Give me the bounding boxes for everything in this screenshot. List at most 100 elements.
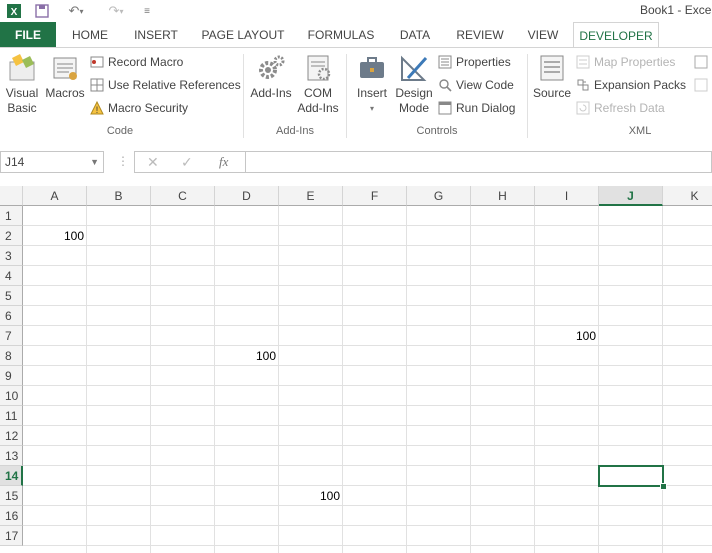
insert-control-label: Insert (356, 86, 387, 100)
row-header-4[interactable]: 4 (0, 266, 23, 286)
group-label-xml: XML (628, 125, 652, 137)
svg-text:!: ! (96, 105, 99, 115)
row-header-11[interactable]: 11 (0, 406, 23, 426)
row-header-16[interactable]: 16 (0, 506, 23, 526)
group-label-add-ins: Add-Ins (276, 125, 314, 137)
row-header-3[interactable]: 3 (0, 246, 23, 266)
map-properties-icon (576, 55, 590, 69)
insert-control-button[interactable]: Insert ▾ (352, 52, 392, 116)
tab-view[interactable]: VIEW (522, 22, 564, 48)
design-mode-icon (398, 52, 430, 84)
column-header-f[interactable]: F (343, 186, 407, 206)
row-header-5[interactable]: 5 (0, 286, 23, 306)
worksheet-grid[interactable]: A B C D E F G H I J K 1 2 3 4 5 6 7 8 9 10 11 12 13 14 15 16 17 100… (0, 186, 712, 553)
customize-toolbar-icon[interactable]: ≡ (140, 2, 154, 20)
tab-formulas[interactable]: FORMULAS (302, 22, 380, 48)
row-header-9[interactable]: 9 (0, 366, 23, 386)
com-add-ins-label: COM Add-Ins (297, 86, 339, 115)
row-header-17[interactable]: 17 (0, 526, 23, 546)
group-label-controls: Controls (416, 125, 458, 137)
cell-i7[interactable]: 100 (535, 326, 599, 346)
row-header-13[interactable]: 13 (0, 446, 23, 466)
row-header-10[interactable]: 10 (0, 386, 23, 406)
column-header-h[interactable]: H (471, 186, 535, 206)
cell-a2[interactable]: 100 (23, 226, 87, 246)
properties-icon (438, 55, 452, 69)
import-icon[interactable] (694, 52, 712, 72)
gear-icon (255, 52, 287, 84)
relative-references-icon (90, 78, 104, 92)
macro-security-button[interactable]: ! Macro Security (90, 98, 188, 118)
column-header-a[interactable]: A (23, 186, 87, 206)
tab-file[interactable]: FILE (0, 22, 56, 48)
tab-review[interactable]: REVIEW (450, 22, 510, 48)
ribbon-tabs: FILE HOME INSERT PAGE LAYOUT FORMULAS DA… (0, 22, 712, 48)
refresh-icon (576, 101, 590, 115)
ribbon: Visual Basic Macros Record Macro Use Rel… (0, 47, 712, 145)
row-header-1[interactable]: 1 (0, 206, 23, 226)
select-all-corner[interactable] (0, 186, 23, 206)
formula-input[interactable] (246, 151, 712, 173)
undo-icon[interactable]: ↶ ▾ (62, 2, 90, 20)
row-header-14[interactable]: 14 (0, 466, 23, 486)
refresh-data-button[interactable]: Refresh Data (576, 98, 665, 118)
enter-icon[interactable]: ✓ (181, 154, 193, 171)
row-header-15[interactable]: 15 (0, 486, 23, 506)
source-button[interactable]: Source (532, 52, 572, 101)
resize-handle-icon[interactable]: ⋮ (117, 154, 129, 168)
tab-developer[interactable]: DEVELOPER (573, 22, 659, 48)
com-add-ins-icon (302, 52, 334, 84)
cell-e15[interactable]: 100 (279, 486, 343, 506)
row-header-12[interactable]: 12 (0, 426, 23, 446)
row-header-8[interactable]: 8 (0, 346, 23, 366)
column-header-c[interactable]: C (151, 186, 215, 206)
export-icon[interactable] (694, 75, 712, 95)
redo-icon[interactable]: ↷ ▾ (102, 2, 130, 20)
macros-button[interactable]: Macros (44, 52, 86, 101)
tab-insert[interactable]: INSERT (128, 22, 184, 48)
expansion-packs-button[interactable]: Expansion Packs (576, 75, 686, 95)
view-code-button[interactable]: View Code (438, 75, 514, 95)
run-dialog-button[interactable]: Run Dialog (438, 98, 515, 118)
row-header-2[interactable]: 2 (0, 226, 23, 246)
com-add-ins-button[interactable]: COM Add-Ins (296, 52, 340, 116)
title-bar: X ↶ ▾ ↷ ▾ ≡ Book1 - Exce (0, 0, 712, 22)
macros-label: Macros (45, 86, 85, 100)
insert-function-icon[interactable]: fx (219, 154, 228, 170)
cell-d8[interactable]: 100 (215, 346, 279, 366)
visual-basic-label: Visual Basic (5, 86, 39, 115)
column-header-g[interactable]: G (407, 186, 471, 206)
column-header-e[interactable]: E (279, 186, 343, 206)
use-relative-references-button[interactable]: Use Relative References (90, 75, 241, 95)
map-properties-button[interactable]: Map Properties (576, 52, 675, 72)
chevron-down-icon: ▾ (369, 104, 374, 113)
row-header-7[interactable]: 7 (0, 326, 23, 346)
properties-button[interactable]: Properties (438, 52, 511, 72)
column-header-i[interactable]: I (535, 186, 599, 206)
column-header-j[interactable]: J (599, 186, 663, 206)
record-macro-button[interactable]: Record Macro (90, 52, 183, 72)
column-header-k[interactable]: K (663, 186, 712, 206)
tab-page-layout[interactable]: PAGE LAYOUT (196, 22, 290, 48)
name-box[interactable]: J14 ▼ (0, 151, 104, 173)
view-code-icon (438, 78, 452, 92)
xml-source-icon (536, 52, 568, 84)
svg-text:X: X (11, 7, 18, 18)
cancel-icon[interactable]: ✕ (147, 154, 159, 171)
column-header-b[interactable]: B (87, 186, 151, 206)
visual-basic-button[interactable]: Visual Basic (2, 52, 42, 116)
column-header-d[interactable]: D (215, 186, 279, 206)
selected-cell[interactable] (598, 465, 664, 487)
window-title: Book1 - Exce (640, 3, 712, 17)
tab-data[interactable]: DATA (392, 22, 438, 48)
row-header-6[interactable]: 6 (0, 306, 23, 326)
add-ins-button[interactable]: Add-Ins (248, 52, 294, 101)
tab-home[interactable]: HOME (64, 22, 116, 48)
chevron-down-icon[interactable]: ▼ (90, 152, 99, 172)
design-mode-button[interactable]: Design Mode (394, 52, 434, 116)
add-ins-label: Add-Ins (250, 86, 292, 100)
save-icon[interactable] (32, 2, 52, 20)
formula-buttons: ✕ ✓ fx (134, 151, 246, 173)
fill-handle[interactable] (660, 483, 667, 490)
group-label-code: Code (106, 125, 134, 137)
